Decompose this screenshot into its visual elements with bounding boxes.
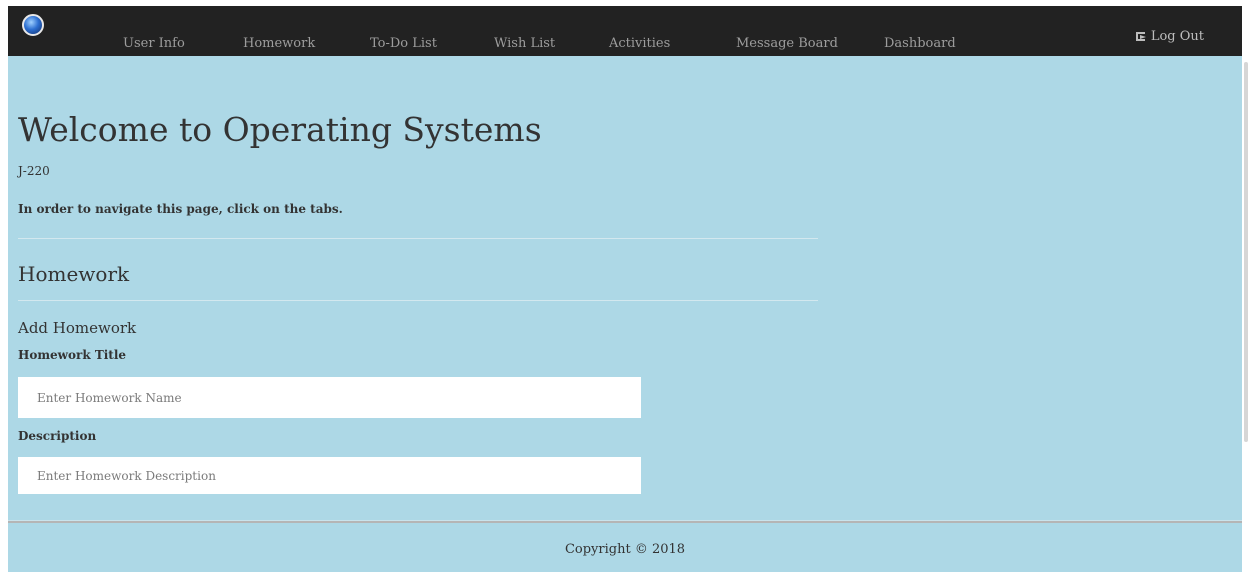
nav-tab-user-info[interactable]: User Info xyxy=(123,36,185,51)
form-heading: Add Homework xyxy=(18,319,137,337)
top-navbar: User Info Homework To-Do List Wish List … xyxy=(8,6,1242,56)
nav-tab-message-board[interactable]: Message Board xyxy=(736,36,838,51)
footer-divider xyxy=(8,520,1242,523)
page-title: Welcome to Operating Systems xyxy=(18,110,542,149)
logout-icon xyxy=(1135,32,1146,41)
course-code: J-220 xyxy=(18,164,50,178)
nav-tab-to-do-list[interactable]: To-Do List xyxy=(370,36,437,51)
homework-title-input[interactable] xyxy=(18,377,641,418)
footer-copyright: Copyright © 2018 xyxy=(564,542,686,557)
divider xyxy=(18,300,818,301)
scrollbar[interactable] xyxy=(1242,6,1250,572)
page-frame: User Info Homework To-Do List Wish List … xyxy=(8,6,1242,572)
nav-tab-homework[interactable]: Homework xyxy=(243,36,315,51)
section-title: Homework xyxy=(18,262,130,286)
logout-label: Log Out xyxy=(1150,29,1204,44)
homework-title-label: Homework Title xyxy=(18,348,127,362)
description-label: Description xyxy=(18,429,97,443)
logo-icon[interactable] xyxy=(22,14,44,36)
nav-tab-activities[interactable]: Activities xyxy=(609,36,670,51)
nav-tab-wish-list[interactable]: Wish List xyxy=(494,36,555,51)
divider xyxy=(18,238,818,239)
nav-tab-dashboard[interactable]: Dashboard xyxy=(884,36,956,51)
scrollbar-thumb[interactable] xyxy=(1244,62,1248,442)
instructions-text: In order to navigate this page, click on… xyxy=(18,202,343,216)
logout-button[interactable]: Log Out xyxy=(1135,29,1204,44)
homework-description-input[interactable] xyxy=(18,457,641,494)
